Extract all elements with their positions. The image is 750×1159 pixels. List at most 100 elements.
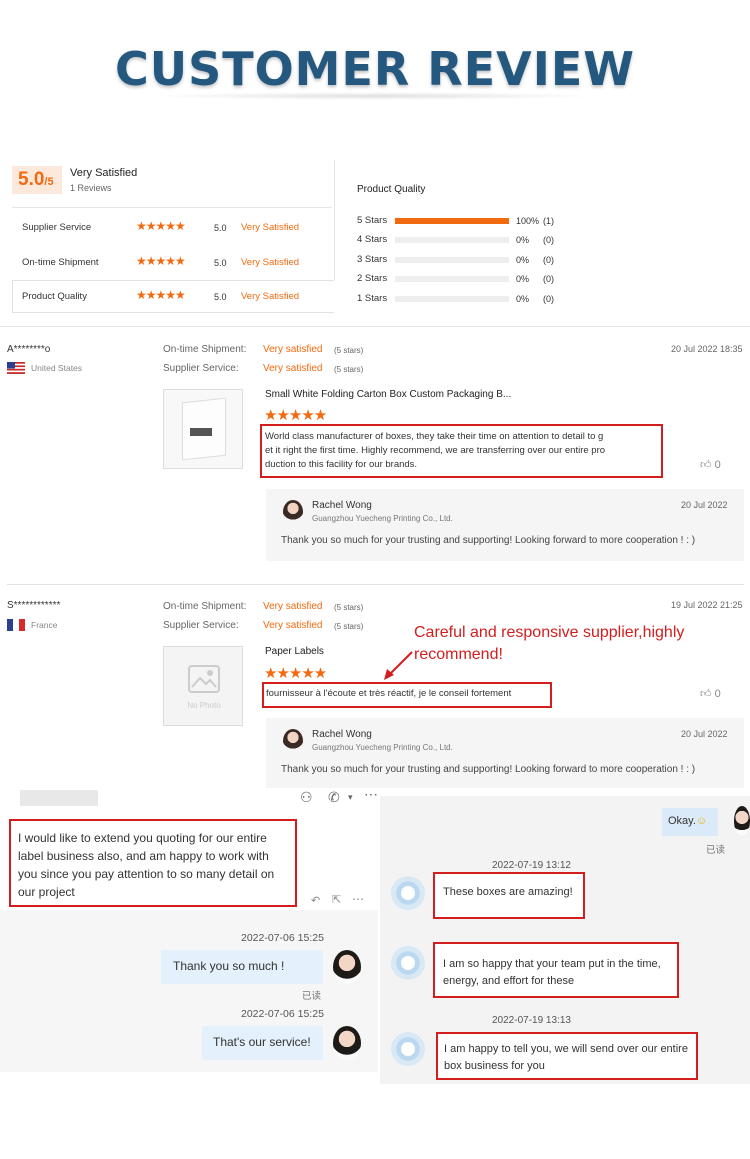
page-title: CUSTOMER REVIEW bbox=[114, 42, 636, 96]
product-name-link[interactable]: Small White Folding Carton Box Custom Pa… bbox=[265, 389, 511, 400]
like-button[interactable]: 👍︎ 0 bbox=[700, 687, 721, 700]
distribution-bar bbox=[395, 276, 509, 283]
distribution-percent: 0% bbox=[516, 274, 530, 285]
service-label: Supplier Service: bbox=[163, 620, 239, 631]
no-photo-label: No Photo bbox=[187, 701, 221, 710]
metric-label-supplier-service: Supplier Service bbox=[22, 222, 92, 233]
divider bbox=[12, 207, 332, 208]
distribution-count: (0) bbox=[543, 254, 554, 265]
annotation-arrow-icon bbox=[384, 651, 413, 680]
review-text: fournisseur à l'écoute et très réactif, … bbox=[266, 688, 512, 699]
distribution-count: (0) bbox=[543, 235, 554, 246]
message-time: 2022-07-19 13:12 bbox=[492, 860, 571, 871]
customer-message: I would like to extend you quoting for o… bbox=[18, 831, 275, 899]
review-date: 19 Jul 2022 21:25 bbox=[671, 600, 743, 610]
distribution-count: (0) bbox=[543, 274, 554, 285]
star-rating: ★★★★★ bbox=[136, 219, 186, 233]
agent-avatar bbox=[333, 1026, 361, 1060]
more-icon[interactable]: ⋯ bbox=[352, 892, 364, 906]
distribution-label: 5 Stars bbox=[357, 215, 388, 226]
distribution-label: 3 Stars bbox=[357, 253, 388, 265]
us-flag-icon bbox=[7, 362, 25, 374]
distribution-percent: 100% bbox=[516, 216, 540, 226]
reply-company: Guangzhou Yuecheng Printing Co., Ltd. bbox=[312, 743, 453, 752]
title-shadow bbox=[150, 92, 600, 100]
overall-score-badge: 5.0/5 bbox=[12, 166, 62, 194]
metric-value: 5.0 bbox=[214, 258, 227, 268]
metric-label-product-quality: Product Quality bbox=[22, 291, 87, 302]
review-count: 1 Reviews bbox=[70, 183, 112, 193]
service-label: Supplier Service: bbox=[163, 363, 239, 374]
divider bbox=[0, 326, 750, 327]
reviewer-name: S************ bbox=[7, 600, 61, 611]
chat-bubble-received: I am so happy that your team put in the … bbox=[433, 942, 679, 998]
metric-value: 5.0 bbox=[214, 223, 227, 233]
reviewer-name: A********o bbox=[7, 344, 51, 355]
distribution-bar bbox=[395, 295, 509, 302]
metric-value: 5.0 bbox=[214, 292, 227, 302]
chat-bubble-sent: That's our service! bbox=[202, 1026, 323, 1060]
review-star-rating: ★★★★★ bbox=[264, 407, 327, 424]
shipment-rating: Very satisfied bbox=[263, 601, 323, 612]
shipment-label: On-time Shipment: bbox=[163, 601, 247, 612]
product-thumbnail[interactable] bbox=[163, 389, 243, 469]
like-button[interactable]: 👍︎ 0 bbox=[700, 458, 721, 471]
message-time: 2022-07-19 13:13 bbox=[492, 1015, 571, 1026]
metric-rating: Very Satisfied bbox=[241, 257, 300, 268]
distribution-bar-fill bbox=[395, 218, 509, 224]
reply-date: 20 Jul 2022 bbox=[681, 500, 728, 510]
customer-avatar bbox=[391, 876, 425, 910]
blurred-contact-name bbox=[20, 790, 98, 806]
distribution-label: 2 Stars bbox=[357, 273, 388, 285]
review-text: World class manufacturer of boxes, they … bbox=[265, 431, 606, 470]
star-rating: ★★★★★ bbox=[136, 254, 186, 268]
message-time: 2022-07-06 15:25 bbox=[241, 1008, 324, 1020]
product-thumbnail[interactable]: No Photo bbox=[163, 646, 243, 726]
read-receipt: 已读 bbox=[302, 991, 322, 1002]
service-stars: (5 stars) bbox=[334, 365, 364, 374]
supplier-avatar bbox=[283, 729, 303, 753]
image-placeholder-icon bbox=[188, 665, 220, 693]
smiley-icon: ☺ bbox=[695, 815, 708, 827]
reply-text: Thank you so much for your trusting and … bbox=[281, 535, 696, 546]
star-rating: ★★★★★ bbox=[136, 288, 186, 302]
product-quality-title: Product Quality bbox=[357, 184, 426, 195]
metric-rating: Very Satisfied bbox=[241, 291, 300, 302]
reply-date: 20 Jul 2022 bbox=[681, 729, 728, 739]
more-icon[interactable]: ⋯ bbox=[364, 786, 378, 803]
service-rating: Very satisfied bbox=[263, 363, 323, 374]
review-star-rating: ★★★★★ bbox=[264, 665, 327, 682]
reply-icon[interactable]: ↶ bbox=[311, 894, 320, 907]
france-flag-icon bbox=[7, 619, 25, 631]
chevron-down-icon[interactable]: ▾ bbox=[348, 792, 353, 803]
reviewer-country: France bbox=[31, 620, 58, 630]
divider bbox=[7, 584, 744, 585]
distribution-bar bbox=[395, 218, 509, 224]
metric-label-on-time-shipment: On-time Shipment bbox=[22, 257, 99, 268]
thumbs-up-icon: 👍︎ bbox=[700, 688, 712, 700]
thumbs-up-icon: 👍︎ bbox=[700, 459, 712, 471]
chat-bubble-sent: Okay.☺ bbox=[662, 808, 718, 836]
divider bbox=[334, 160, 335, 280]
distribution-count: (1) bbox=[543, 216, 554, 226]
reviewer-country: United States bbox=[31, 363, 83, 373]
distribution-bar bbox=[395, 256, 509, 263]
distribution-label: 4 Stars bbox=[357, 234, 388, 246]
annotation-text: Careful and responsive supplier,highly re… bbox=[414, 624, 685, 663]
chat-bubble-received: I am happy to tell you, we will send ove… bbox=[436, 1032, 698, 1080]
reply-text: Thank you so much for your trusting and … bbox=[281, 764, 696, 775]
contact-icon[interactable]: ⚇ bbox=[300, 789, 313, 806]
distribution-count: (0) bbox=[543, 293, 554, 304]
chat-bubble-received: These boxes are amazing! bbox=[433, 872, 585, 919]
overall-rating-label: Very Satisfied bbox=[70, 167, 138, 179]
reply-name: Rachel Wong bbox=[312, 729, 372, 740]
forward-icon[interactable]: ⇱ bbox=[332, 893, 341, 906]
customer-avatar bbox=[391, 946, 425, 980]
reply-company: Guangzhou Yuecheng Printing Co., Ltd. bbox=[312, 514, 453, 523]
shipment-label: On-time Shipment: bbox=[163, 344, 247, 355]
product-name-link[interactable]: Paper Labels bbox=[265, 646, 324, 657]
metric-rating: Very Satisfied bbox=[241, 222, 300, 233]
phone-icon[interactable]: ✆ bbox=[328, 789, 340, 806]
service-stars: (5 stars) bbox=[334, 622, 364, 631]
agent-avatar bbox=[734, 806, 750, 836]
